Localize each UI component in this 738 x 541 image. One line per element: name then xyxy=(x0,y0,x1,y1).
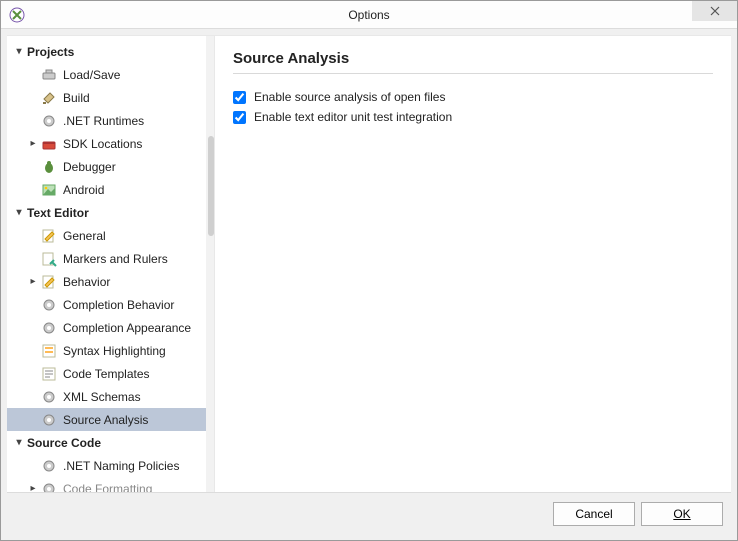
dialog-body: ▾ Projects Load/Save Build .NET Runtimes xyxy=(7,35,731,492)
close-button[interactable] xyxy=(692,1,737,21)
tree-item-load-save[interactable]: Load/Save xyxy=(7,63,214,86)
content-pane: Source Analysis Enable source analysis o… xyxy=(215,36,731,492)
tree-item-label: Completion Appearance xyxy=(63,321,191,335)
tree-item-sdk-locations[interactable]: ▸ SDK Locations xyxy=(7,132,214,155)
option-enable-source-analysis: Enable source analysis of open files xyxy=(233,90,713,104)
gear-icon xyxy=(41,481,57,493)
toolbox-icon xyxy=(41,136,57,152)
tree-item-code-formatting[interactable]: ▸ Code Formatting xyxy=(7,477,214,492)
expander-icon[interactable]: ▸ xyxy=(27,276,39,288)
markers-icon xyxy=(41,251,57,267)
tree-item-code-templates[interactable]: Code Templates xyxy=(7,362,214,385)
bug-icon xyxy=(41,159,57,175)
tree-item-label: Syntax Highlighting xyxy=(63,344,166,358)
tree-item-naming-policies[interactable]: .NET Naming Policies xyxy=(7,454,214,477)
tree-item-label: SDK Locations xyxy=(63,137,142,151)
checkbox-enable-source-analysis[interactable] xyxy=(233,91,246,104)
edit-icon xyxy=(41,274,57,290)
tree-item-label: General xyxy=(63,229,106,243)
tree-item-debugger[interactable]: Debugger xyxy=(7,155,214,178)
divider xyxy=(233,73,713,74)
expander-icon[interactable]: ▸ xyxy=(27,138,39,150)
tree-item-label: Behavior xyxy=(63,275,110,289)
options-tree: ▾ Projects Load/Save Build .NET Runtimes xyxy=(7,36,214,492)
tree-item-completion-appearance[interactable]: Completion Appearance xyxy=(7,316,214,339)
tree-item-syntax-highlighting[interactable]: Syntax Highlighting xyxy=(7,339,214,362)
checkbox-enable-unit-test-integration[interactable] xyxy=(233,111,246,124)
window-title: Options xyxy=(1,8,737,22)
cancel-button[interactable]: Cancel xyxy=(553,502,635,526)
tree-item-android[interactable]: Android xyxy=(7,178,214,201)
tree-item-label: Markers and Rulers xyxy=(63,252,168,266)
expander-icon[interactable]: ▾ xyxy=(13,46,25,58)
loadsave-icon xyxy=(41,67,57,83)
tree-item-label: Source Analysis xyxy=(63,413,148,427)
tree-item-label: Code Formatting xyxy=(63,482,152,493)
tree-item-general[interactable]: General xyxy=(7,224,214,247)
tree-item-label: Debugger xyxy=(63,160,116,174)
expander-icon[interactable]: ▾ xyxy=(13,207,25,219)
templates-icon xyxy=(41,366,57,382)
category-text-editor[interactable]: ▾ Text Editor xyxy=(7,201,214,224)
tree-item-build[interactable]: Build xyxy=(7,86,214,109)
tree-item-label: Android xyxy=(63,183,104,197)
gear-icon xyxy=(41,389,57,405)
tree-item-label: Load/Save xyxy=(63,68,120,82)
category-source-code[interactable]: ▾ Source Code xyxy=(7,431,214,454)
app-icon xyxy=(9,7,25,23)
category-projects[interactable]: ▾ Projects xyxy=(7,40,214,63)
edit-icon xyxy=(41,228,57,244)
option-enable-unit-test-integration: Enable text editor unit test integration xyxy=(233,110,713,124)
tree-item-behavior[interactable]: ▸ Behavior xyxy=(7,270,214,293)
gear-icon xyxy=(41,458,57,474)
tree-item-source-analysis[interactable]: Source Analysis xyxy=(7,408,214,431)
expander-icon[interactable]: ▾ xyxy=(13,437,25,449)
expander-icon[interactable]: ▸ xyxy=(27,483,39,493)
titlebar: Options xyxy=(1,1,737,29)
ok-button[interactable]: OK xyxy=(641,502,723,526)
tree-item-label: Completion Behavior xyxy=(63,298,174,312)
gear-icon xyxy=(41,320,57,336)
option-label: Enable source analysis of open files xyxy=(254,90,445,104)
tree-item-label: XML Schemas xyxy=(63,390,141,404)
tree-item-markers-rulers[interactable]: Markers and Rulers xyxy=(7,247,214,270)
sidebar: ▾ Projects Load/Save Build .NET Runtimes xyxy=(7,36,215,492)
tree-item-net-runtimes[interactable]: .NET Runtimes xyxy=(7,109,214,132)
build-icon xyxy=(41,90,57,106)
gear-icon xyxy=(41,297,57,313)
scrollbar-track[interactable] xyxy=(206,36,214,492)
image-icon xyxy=(41,182,57,198)
content-heading: Source Analysis xyxy=(233,50,713,67)
gear-icon xyxy=(41,412,57,428)
option-label: Enable text editor unit test integration xyxy=(254,110,452,124)
tree-item-label: .NET Naming Policies xyxy=(63,459,179,473)
tree-item-xml-schemas[interactable]: XML Schemas xyxy=(7,385,214,408)
tree-item-label: Code Templates xyxy=(63,367,150,381)
options-window: Options ▾ Projects Load/Save Buil xyxy=(0,0,738,541)
tree-item-label: Build xyxy=(63,91,90,105)
scrollbar-thumb[interactable] xyxy=(208,136,214,236)
highlight-icon xyxy=(41,343,57,359)
dialog-footer: Cancel OK xyxy=(7,492,731,534)
gear-icon xyxy=(41,113,57,129)
tree-item-completion-behavior[interactable]: Completion Behavior xyxy=(7,293,214,316)
tree-item-label: .NET Runtimes xyxy=(63,114,144,128)
